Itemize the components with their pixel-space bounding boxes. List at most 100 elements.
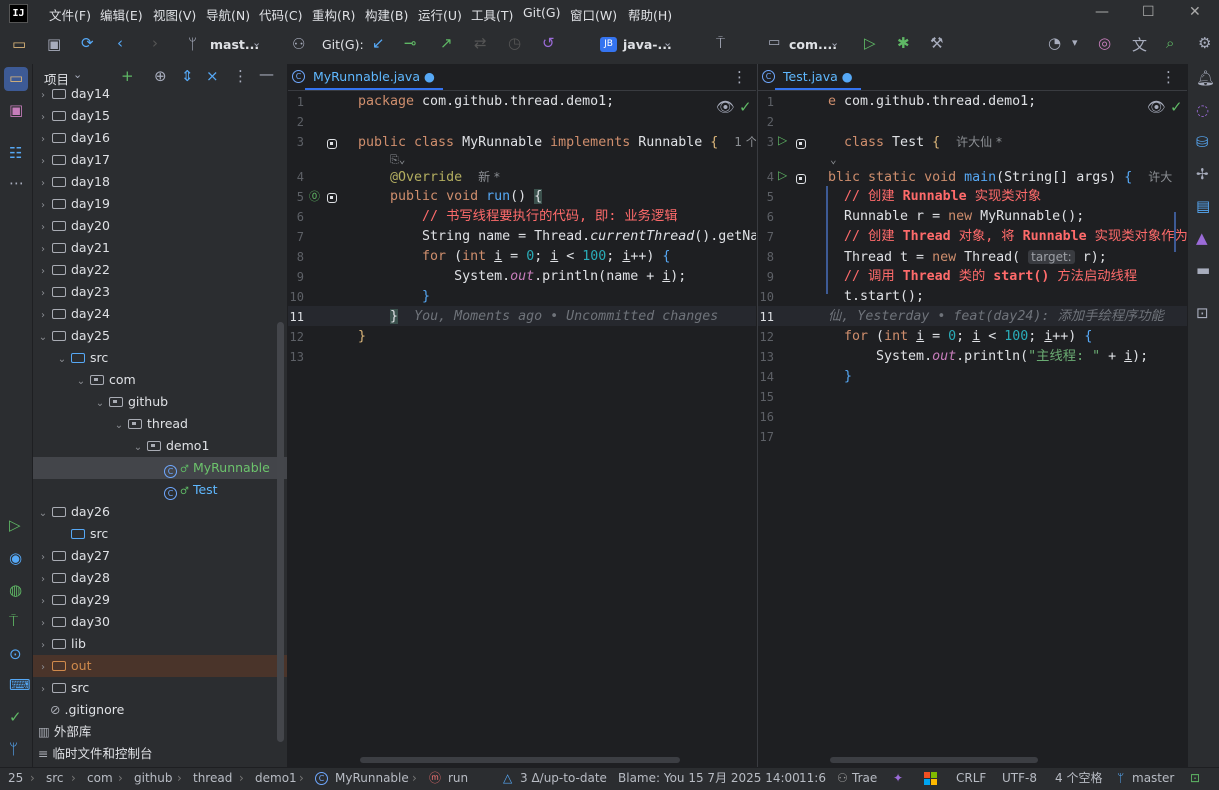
problems-icon[interactable]: ✓: [9, 708, 22, 726]
chevron-icon[interactable]: ⌄: [74, 371, 88, 393]
blame-status[interactable]: Blame: You 15 7月 2025 14:00: [618, 768, 800, 789]
chevron-icon[interactable]: ›: [36, 591, 50, 613]
menu-refactor[interactable]: 重构(R): [312, 5, 355, 24]
terminal-icon[interactable]: ⌨: [9, 676, 31, 694]
sync-icon[interactable]: ⟳: [81, 34, 94, 52]
tree-item[interactable]: › day24: [33, 303, 287, 325]
author-hint[interactable]: 许大仙 *: [956, 135, 1002, 149]
check-icon[interactable]: ✓: [1170, 98, 1183, 116]
tree-item[interactable]: › day23: [33, 281, 287, 303]
database-icon[interactable]: ⛁: [1196, 133, 1209, 151]
history-icon[interactable]: ◷: [508, 34, 521, 52]
menu-tools[interactable]: 工具(T): [471, 5, 513, 24]
git-push-icon[interactable]: ↗: [440, 34, 453, 52]
bracket-icon[interactable]: ⊡: [1196, 304, 1209, 322]
menu-git[interactable]: Git(G): [523, 5, 561, 20]
implements-icon[interactable]: ⓪: [309, 188, 320, 204]
blame-annotation-left[interactable]: You, Moments ago • Uncommitted changes: [414, 309, 718, 324]
tree-item[interactable]: ≡ 临时文件和控制台: [33, 743, 287, 765]
tree-item[interactable]: ⊘ .gitignore: [33, 699, 287, 721]
author-hint[interactable]: 1 个: [734, 135, 756, 149]
ai-assistant-icon[interactable]: ◔: [1048, 34, 1061, 52]
h-scrollbar-left[interactable]: [360, 757, 680, 763]
chevron-icon[interactable]: ›: [36, 195, 50, 217]
class-gutter-icon[interactable]: [796, 139, 806, 149]
menu-help[interactable]: 帮助(H): [628, 5, 672, 24]
tree-item[interactable]: › day19: [33, 193, 287, 215]
tree-item[interactable]: › day20: [33, 215, 287, 237]
chevron-icon[interactable]: ›: [36, 547, 50, 569]
chevron-icon[interactable]: ›: [36, 283, 50, 305]
file-encoding[interactable]: UTF-8: [1002, 768, 1037, 789]
tree-item[interactable]: › day17: [33, 149, 287, 171]
plugin-icon[interactable]: ✢: [1196, 165, 1209, 183]
tab-options-icon[interactable]: ⋮: [732, 68, 747, 86]
minimize-icon[interactable]: —: [1095, 4, 1109, 20]
git-pull-icon[interactable]: ⇄: [474, 34, 487, 52]
git-branch[interactable]: master: [1132, 768, 1174, 789]
chevron-icon[interactable]: ⌄: [36, 503, 50, 525]
class-gutter-icon[interactable]: [327, 139, 337, 149]
open-folder-icon[interactable]: ▭: [12, 35, 26, 53]
git-commit-icon[interactable]: ⊸: [404, 34, 417, 52]
panel-icon[interactable]: ▬: [1196, 261, 1210, 279]
settings-icon[interactable]: ⚙: [1198, 34, 1211, 52]
chevron-icon[interactable]: ⌄: [93, 393, 107, 415]
rollback-icon[interactable]: ↺: [542, 34, 555, 52]
chevron-icon[interactable]: ›: [36, 85, 50, 107]
h-scrollbar-right[interactable]: [830, 757, 1038, 763]
breadcrumb-item[interactable]: 25: [8, 768, 23, 789]
chevron-icon[interactable]: ⌄: [55, 349, 69, 371]
ai-chat-icon[interactable]: ◌: [1196, 101, 1209, 119]
code-right[interactable]: e com.github.thread.demo1; class Test { …: [828, 92, 1188, 512]
menu-edit[interactable]: 编辑(E): [100, 5, 143, 24]
more-icon[interactable]: ⋯: [9, 174, 24, 192]
breadcrumb-item[interactable]: run: [448, 768, 468, 789]
commit-tool-icon[interactable]: ▣: [9, 101, 23, 119]
tree-item[interactable]: ⌄ demo1: [33, 435, 287, 457]
close-icon[interactable]: ✕: [1189, 4, 1201, 20]
line-separator[interactable]: CRLF: [956, 768, 986, 789]
chevron-icon[interactable]: ›: [36, 217, 50, 239]
build-icon[interactable]: ⚒: [930, 34, 943, 52]
chevron-icon[interactable]: ›: [36, 305, 50, 327]
breadcrumb-item[interactable]: src: [46, 768, 64, 789]
check-icon[interactable]: ✓: [739, 98, 752, 116]
indent-setting[interactable]: 4 个空格: [1055, 768, 1102, 789]
breadcrumb-item[interactable]: thread: [193, 768, 232, 789]
project-badge[interactable]: JB: [600, 37, 617, 52]
chevron-icon[interactable]: ›: [36, 107, 50, 129]
debug-icon[interactable]: ✱: [897, 34, 910, 52]
tree-item[interactable]: › src: [33, 677, 287, 699]
menu-code[interactable]: 代码(C): [259, 5, 302, 24]
structure-icon[interactable]: ☷: [9, 144, 22, 162]
menu-run[interactable]: 运行(U): [418, 5, 462, 24]
hide-icon[interactable]: —: [259, 65, 274, 83]
chevron-icon[interactable]: ⌄: [112, 415, 126, 437]
chevron-icon[interactable]: ›: [36, 635, 50, 657]
cursor-position[interactable]: 11:6: [799, 768, 826, 789]
menu-file[interactable]: 文件(F): [49, 5, 91, 24]
chevron-icon[interactable]: ›: [36, 173, 50, 195]
menu-build[interactable]: 构建(B): [365, 5, 408, 24]
menu-view[interactable]: 视图(V): [153, 5, 196, 24]
run-tool-icon[interactable]: ▷: [9, 516, 21, 534]
maven-icon[interactable]: ▲: [1196, 229, 1208, 247]
tree-item[interactable]: ⌄ day25: [33, 325, 287, 347]
tree-item[interactable]: src: [33, 523, 287, 545]
tree-item[interactable]: ⌄ github: [33, 391, 287, 413]
tree-item[interactable]: › day14: [33, 83, 287, 105]
breadcrumb-item[interactable]: MyRunnable: [335, 768, 409, 789]
chevron-down-icon[interactable]: ⌄: [663, 36, 672, 49]
tree-item[interactable]: ⌄ src: [33, 347, 287, 369]
services-icon[interactable]: ◉: [9, 549, 22, 567]
run-icon[interactable]: ▷: [864, 34, 876, 52]
chevron-down-icon[interactable]: ⌄: [252, 36, 261, 49]
forward-icon[interactable]: ›: [152, 34, 158, 52]
menu-navigate[interactable]: 导航(N): [206, 5, 250, 24]
blame-annotation-right[interactable]: 仙, Yesterday • feat(day24): 添加手绘程序功能: [828, 309, 1164, 324]
preview-eye-icon[interactable]: 👁: [716, 98, 735, 116]
chevron-icon[interactable]: ›: [36, 613, 50, 635]
tree-item[interactable]: ▥ 外部库: [33, 721, 287, 743]
tree-item[interactable]: › day30: [33, 611, 287, 633]
